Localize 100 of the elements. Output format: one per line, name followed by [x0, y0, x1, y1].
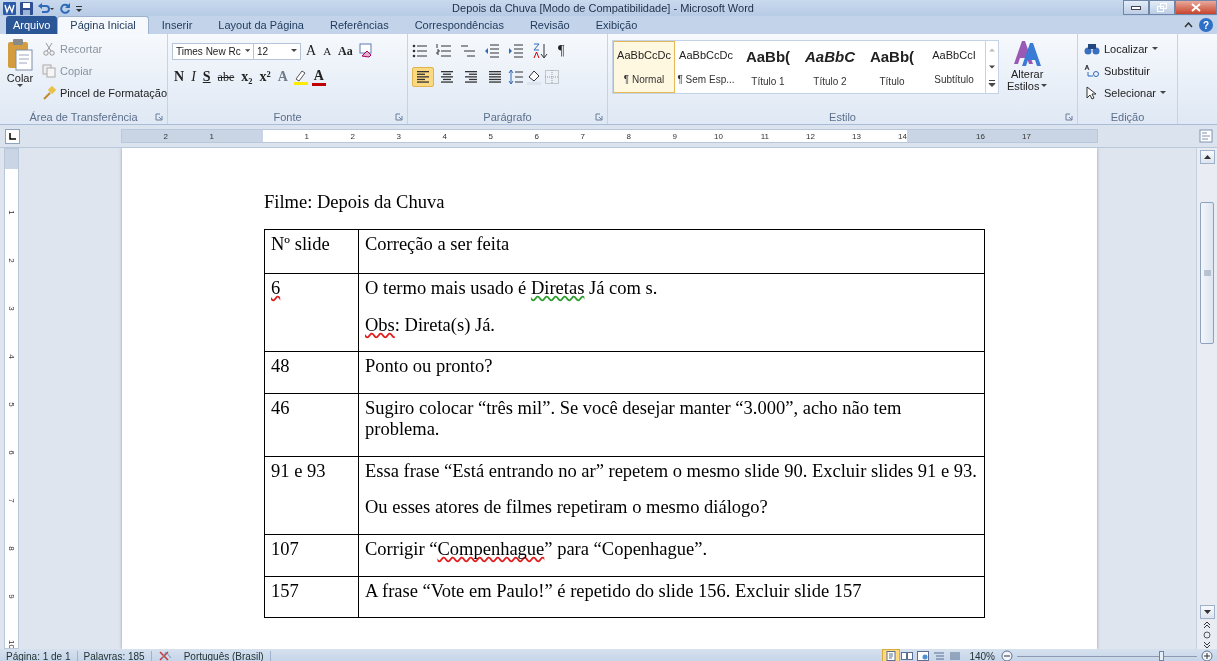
zoom-slider-thumb[interactable] [1159, 650, 1164, 661]
close-button[interactable] [1175, 0, 1217, 15]
browse-object-icon[interactable] [1203, 631, 1211, 639]
file-tab[interactable]: Arquivo [6, 16, 58, 34]
down-arrow-icon[interactable] [1203, 610, 1211, 614]
bullets-icon[interactable] [412, 43, 428, 59]
binoculars-icon[interactable] [1084, 42, 1100, 56]
strikethrough-button[interactable]: abe [215, 67, 237, 87]
dialog-launcher-icon[interactable] [1065, 113, 1073, 121]
grow-font-button[interactable]: A [304, 41, 319, 61]
restore-button[interactable] [1149, 0, 1175, 15]
caret-icon[interactable] [1160, 91, 1166, 95]
style-item[interactable]: AaBbC Título 2 [799, 41, 861, 93]
word-logo-icon[interactable] [3, 1, 16, 15]
ribbon-tab[interactable]: Layout da Página [205, 16, 317, 34]
select-button[interactable]: Selecionar [1082, 82, 1173, 104]
dialog-launcher-icon[interactable] [155, 113, 163, 121]
page-count[interactable]: Página: 1 de 1 [0, 650, 78, 661]
font-color-button[interactable]: A [311, 68, 326, 86]
help-button[interactable]: ? [1199, 18, 1213, 32]
clipboard-icon[interactable] [6, 38, 34, 72]
style-item[interactable]: AaBb( Título 1 [737, 41, 799, 93]
shrink-font-button[interactable]: A [321, 41, 334, 61]
previous-page-icon[interactable] [1203, 621, 1211, 629]
caret-icon[interactable] [291, 49, 297, 53]
next-page-icon[interactable] [1203, 641, 1211, 649]
up-arrow-icon[interactable] [1203, 155, 1211, 159]
caret-icon[interactable] [244, 49, 250, 53]
brush-button[interactable]: Pincel de Formatação [40, 82, 169, 104]
group-label: Área de Transferência [29, 111, 138, 123]
correction-text: Ponto ou pronto? [365, 356, 494, 378]
replace-button[interactable]: Substituir [1082, 60, 1173, 82]
replace-icon[interactable] [1084, 64, 1100, 78]
brush-icon[interactable] [42, 86, 56, 100]
text-effects-button[interactable]: A [275, 67, 290, 87]
style-item[interactable]: AaBbCcDc ¶ Sem Esp... [675, 41, 737, 93]
left-tab-icon[interactable] [9, 132, 16, 140]
vertical-scrollbar[interactable] [1196, 148, 1217, 649]
group-label: Fonte [273, 111, 302, 123]
ribbon-tab[interactable]: Página Inicial [57, 16, 149, 34]
caret-icon[interactable] [1041, 84, 1048, 88]
dialog-launcher-icon[interactable] [395, 113, 403, 121]
minimize-ribbon-icon[interactable] [1184, 22, 1193, 28]
caret-icon[interactable] [1152, 47, 1159, 51]
save-icon[interactable] [20, 1, 33, 15]
ribbon-tab[interactable]: Inserir [148, 16, 206, 34]
ribbon-tab[interactable]: Correspondências [401, 16, 517, 34]
window-title: Depois da Chuva [Modo de Compatibilidade] - Microsoft Word [451, 2, 755, 14]
redo-icon[interactable] [59, 1, 71, 15]
tab-stop-selector[interactable] [5, 128, 20, 144]
style-item[interactable]: AaBbCcI Subtítulo [923, 41, 985, 93]
scroll-down-button[interactable] [1199, 605, 1215, 619]
letters-icon[interactable] [1012, 38, 1043, 68]
correction-text: Corrigir “Compenhague” para “Copenhague”. [365, 539, 709, 560]
show-formatting-button[interactable]: ¶ [556, 41, 567, 61]
slide-number: 157 [271, 580, 300, 602]
ribbon-tab[interactable]: Exibição [582, 16, 651, 34]
word-count[interactable]: Palavras: 185 [77, 650, 152, 661]
undo-icon[interactable] [37, 1, 55, 15]
highlighter-icon[interactable] [292, 69, 309, 85]
vertical-ruler: 1 2 3 4 5 6 7 8 9 10 [4, 148, 19, 649]
scroll-thumb[interactable] [1200, 202, 1214, 344]
multilevel-list-icon[interactable] [460, 43, 476, 59]
ribbon-tab[interactable]: Referências [316, 16, 402, 34]
language-indicator[interactable]: Português (Brasil) [177, 650, 271, 661]
dialog-launcher-icon[interactable] [595, 113, 603, 121]
change-case-button[interactable]: Aa [336, 41, 355, 61]
subscript-button[interactable]: x₂ [239, 67, 255, 87]
italic-button[interactable]: I [189, 67, 198, 87]
zoom-out-icon[interactable] [1001, 650, 1013, 661]
numbering-icon[interactable] [436, 43, 452, 59]
superscript-button[interactable]: x² [257, 67, 273, 87]
font-size-field[interactable]: 12 [253, 42, 301, 60]
bold-button[interactable]: N [172, 67, 187, 87]
zoom-level[interactable]: 140% [963, 650, 1001, 661]
style-item[interactable]: AaBb( Título [861, 41, 923, 93]
line-spacing-icon[interactable] [508, 69, 524, 85]
shading-icon[interactable] [526, 69, 542, 85]
style-item[interactable]: AaBbCcDc ¶ Normal [613, 41, 675, 93]
minimize-icon[interactable] [1131, 5, 1141, 10]
ribbon-tab[interactable]: Revisão [516, 16, 583, 34]
scroll-up-button[interactable] [1199, 150, 1215, 164]
group-label: Parágrafo [483, 111, 532, 123]
slide-number: 6 [271, 278, 282, 299]
sort-icon[interactable] [532, 43, 548, 59]
find-button[interactable]: Localizar [1082, 38, 1173, 60]
paste-button[interactable]: Colar [4, 38, 36, 110]
font-name-field[interactable]: Times New Rc [172, 42, 254, 60]
change-styles-button[interactable]: Alterar Estilos [1003, 38, 1052, 110]
underline-button[interactable]: S [200, 67, 213, 87]
correction-text: A frase “Vote em Paulo!” é repetido do slide 156. Excluir slide 157 [365, 580, 863, 602]
caret-icon[interactable] [17, 84, 23, 88]
slide-number: 46 [271, 398, 291, 419]
close-icon[interactable] [1191, 3, 1201, 12]
proofing-icon[interactable] [157, 650, 172, 661]
zoom-in-icon[interactable] [1201, 650, 1213, 661]
clear-formatting-icon[interactable] [357, 43, 374, 59]
minimize-button[interactable] [1123, 0, 1149, 15]
increase-indent-icon[interactable] [508, 43, 524, 59]
decrease-indent-icon[interactable] [484, 43, 500, 59]
